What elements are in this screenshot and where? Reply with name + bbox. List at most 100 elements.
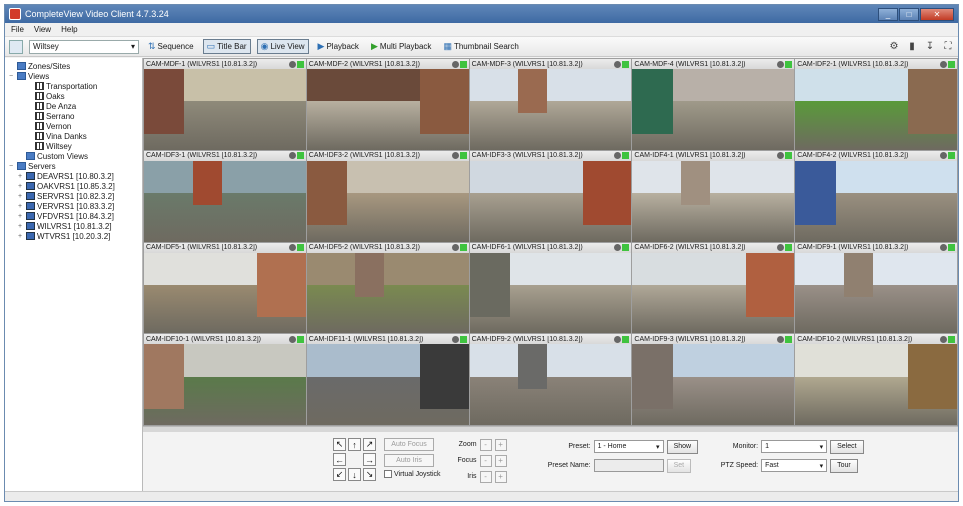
pan-up-button[interactable]: ↑ bbox=[348, 438, 361, 451]
video-feed[interactable] bbox=[469, 160, 632, 242]
video-feed[interactable] bbox=[469, 69, 632, 150]
video-feed[interactable] bbox=[795, 252, 957, 334]
iris-plus-button[interactable]: + bbox=[494, 470, 507, 483]
camera-tile[interactable]: CAM-MDF-2 (WILVRS1 [10.81.3.2]) bbox=[306, 59, 469, 150]
tree-item[interactable]: − Views bbox=[7, 71, 140, 81]
expand-toggle-icon[interactable]: + bbox=[16, 173, 24, 180]
video-feed[interactable] bbox=[306, 252, 469, 334]
storage-icon[interactable]: ▮ bbox=[906, 41, 918, 53]
tour-button[interactable]: Tour bbox=[830, 458, 858, 473]
camera-tile[interactable]: CAM-MDF-3 (WILVRS1 [10.81.3.2]) bbox=[469, 59, 632, 150]
video-feed[interactable] bbox=[469, 252, 632, 334]
tree-item[interactable]: Transportation bbox=[7, 81, 140, 91]
camera-tile[interactable]: CAM-MDF-4 (WILVRS1 [10.81.3.2]) bbox=[632, 59, 795, 150]
tree-item[interactable]: Zones/Sites bbox=[7, 61, 140, 71]
expand-toggle-icon[interactable]: + bbox=[16, 183, 24, 190]
video-feed[interactable] bbox=[795, 69, 957, 150]
camera-tile[interactable]: CAM-IDF5-2 (WILVRS1 [10.81.3.2]) bbox=[306, 242, 469, 334]
multi-playback-button[interactable]: ▶ Multi Playback bbox=[368, 40, 435, 53]
camera-tile[interactable]: CAM-IDF10-2 (WILVRS1 [10.81.3.2]) bbox=[795, 334, 957, 425]
title-bar-button[interactable]: ▭ Title Bar bbox=[202, 39, 251, 54]
set-button[interactable]: Set bbox=[666, 458, 692, 473]
pan-down-left-button[interactable]: ↙ bbox=[333, 468, 346, 481]
tree-item[interactable]: + WILVRS1 [10.81.3.2] bbox=[7, 221, 140, 231]
tree-item[interactable]: Vina Danks bbox=[7, 131, 140, 141]
tree-item[interactable]: + VFDVRS1 [10.84.3.2] bbox=[7, 211, 140, 221]
monitor-select[interactable]: 1 ▾ bbox=[761, 440, 828, 453]
auto-iris-button[interactable]: Auto Iris bbox=[384, 454, 434, 467]
video-feed[interactable] bbox=[306, 69, 469, 150]
menu-file[interactable]: File bbox=[11, 25, 24, 34]
expand-toggle-icon[interactable]: + bbox=[16, 213, 24, 220]
settings-icon[interactable]: ⚙ bbox=[888, 41, 900, 53]
iris-minus-button[interactable]: - bbox=[479, 470, 492, 483]
tree-item[interactable]: + OAKVRS1 [10.85.3.2] bbox=[7, 181, 140, 191]
pan-up-right-button[interactable]: ↗ bbox=[363, 438, 376, 451]
playback-button[interactable]: ▶ Playback bbox=[315, 40, 362, 53]
export-icon[interactable]: ↧ bbox=[924, 41, 936, 53]
camera-tile[interactable]: CAM-MDF-1 (WILVRS1 [10.81.3.2]) bbox=[144, 59, 306, 150]
video-feed[interactable] bbox=[144, 160, 306, 242]
expand-toggle-icon[interactable]: + bbox=[16, 203, 24, 210]
tree-item[interactable]: Custom Views bbox=[7, 151, 140, 161]
tree-item[interactable]: + SERVRS1 [10.82.3.2] bbox=[7, 191, 140, 201]
pan-up-left-button[interactable]: ↖ bbox=[333, 438, 346, 451]
video-feed[interactable] bbox=[632, 69, 795, 150]
tree-item[interactable]: De Anza bbox=[7, 101, 140, 111]
tree-item[interactable]: + VERVRS1 [10.83.3.2] bbox=[7, 201, 140, 211]
menu-view[interactable]: View bbox=[34, 25, 51, 34]
pan-down-button[interactable]: ↓ bbox=[348, 468, 361, 481]
menu-help[interactable]: Help bbox=[61, 25, 77, 34]
site-select[interactable]: Wiltsey ▾ bbox=[29, 39, 139, 54]
tree-item[interactable]: − Servers bbox=[7, 161, 140, 171]
tree-item[interactable]: + DEAVRS1 [10.80.3.2] bbox=[7, 171, 140, 181]
maximize-button[interactable]: □ bbox=[899, 7, 919, 21]
live-view-button[interactable]: ◉ Live View bbox=[256, 39, 309, 54]
close-button[interactable]: ✕ bbox=[920, 7, 954, 21]
video-feed[interactable] bbox=[144, 69, 306, 150]
tree-item[interactable]: Oaks bbox=[7, 91, 140, 101]
expand-toggle-icon[interactable]: + bbox=[16, 193, 24, 200]
camera-tile[interactable]: CAM-IDF9-3 (WILVRS1 [10.81.3.2]) bbox=[632, 334, 795, 425]
minimize-button[interactable]: _ bbox=[878, 7, 898, 21]
camera-tile[interactable]: CAM-IDF11-1 (WILVRS1 [10.81.3.2]) bbox=[306, 334, 469, 425]
sequence-button[interactable]: ⇅ Sequence bbox=[145, 40, 197, 53]
expand-toggle-icon[interactable]: + bbox=[16, 223, 24, 230]
camera-tile[interactable]: CAM-IDF6-2 (WILVRS1 [10.81.3.2]) bbox=[632, 242, 795, 334]
pan-left-button[interactable]: ← bbox=[333, 453, 346, 466]
tree-item[interactable]: Wiltsey bbox=[7, 141, 140, 151]
tree-item[interactable]: + WTVRS1 [10.20.3.2] bbox=[7, 231, 140, 241]
camera-tile[interactable]: CAM-IDF2-1 (WILVRS1 [10.81.3.2]) bbox=[795, 59, 957, 150]
camera-tile[interactable]: CAM-IDF3-2 (WILVRS1 [10.81.3.2]) bbox=[306, 150, 469, 242]
expand-toggle-icon[interactable]: − bbox=[7, 163, 15, 170]
tree-item[interactable]: Serrano bbox=[7, 111, 140, 121]
focus-minus-button[interactable]: - bbox=[479, 454, 492, 467]
zoom-out-button[interactable]: - bbox=[479, 438, 492, 451]
camera-tile[interactable]: CAM-IDF4-2 (WILVRS1 [10.81.3.2]) bbox=[795, 150, 957, 242]
expand-toggle-icon[interactable]: + bbox=[16, 233, 24, 240]
tree-item[interactable]: Vernon bbox=[7, 121, 140, 131]
camera-tile[interactable]: CAM-IDF9-2 (WILVRS1 [10.81.3.2]) bbox=[469, 334, 632, 425]
pan-right-button[interactable]: → bbox=[363, 453, 376, 466]
fullscreen-icon[interactable]: ⛶ bbox=[942, 41, 954, 53]
focus-plus-button[interactable]: + bbox=[494, 454, 507, 467]
camera-tile[interactable]: CAM-IDF9-1 (WILVRS1 [10.81.3.2]) bbox=[795, 242, 957, 334]
ptz-speed-select[interactable]: Fast ▾ bbox=[761, 459, 828, 472]
show-button[interactable]: Show bbox=[666, 439, 699, 454]
camera-tile[interactable]: CAM-IDF6-1 (WILVRS1 [10.81.3.2]) bbox=[469, 242, 632, 334]
camera-tile[interactable]: CAM-IDF3-3 (WILVRS1 [10.81.3.2]) bbox=[469, 150, 632, 242]
video-feed[interactable] bbox=[306, 344, 469, 425]
zoom-in-button[interactable]: + bbox=[494, 438, 507, 451]
video-feed[interactable] bbox=[632, 344, 795, 425]
video-feed[interactable] bbox=[306, 160, 469, 242]
camera-tile[interactable]: CAM-IDF5-1 (WILVRS1 [10.81.3.2]) bbox=[144, 242, 306, 334]
preset-name-field[interactable] bbox=[593, 459, 664, 472]
camera-tile[interactable]: CAM-IDF4-1 (WILVRS1 [10.81.3.2]) bbox=[632, 150, 795, 242]
video-feed[interactable] bbox=[632, 252, 795, 334]
video-feed[interactable] bbox=[144, 252, 306, 334]
select-button[interactable]: Select bbox=[830, 439, 864, 454]
video-feed[interactable] bbox=[469, 344, 632, 425]
layout-icon[interactable] bbox=[9, 39, 23, 54]
camera-tile[interactable]: CAM-IDF3-1 (WILVRS1 [10.81.3.2]) bbox=[144, 150, 306, 242]
video-feed[interactable] bbox=[144, 344, 306, 425]
